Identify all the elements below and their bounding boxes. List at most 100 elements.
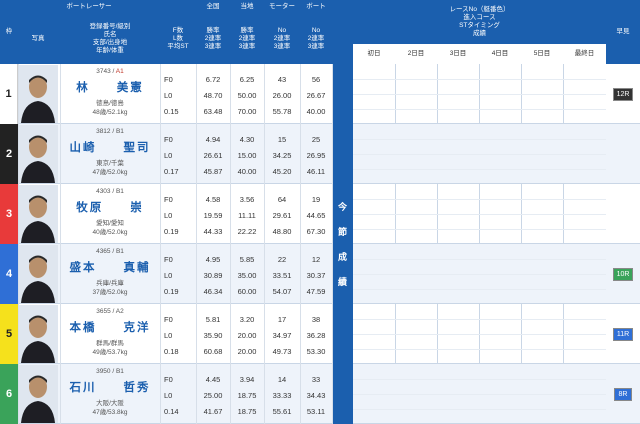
fl-st-value: L0 bbox=[164, 391, 173, 400]
national-rates: 4.45 25.00 41.67 bbox=[196, 364, 230, 424]
results-subline bbox=[353, 154, 606, 155]
early-race-badge[interactable]: 10R bbox=[612, 267, 634, 281]
racer-name-link[interactable]: 山崎 聖司 bbox=[60, 139, 160, 155]
national-rates-value: 4.45 bbox=[205, 375, 221, 384]
fl-st: F0 L0 0.17 bbox=[164, 124, 196, 184]
national-rates-value: 35.90 bbox=[203, 331, 223, 340]
national-rates-value: 48.70 bbox=[203, 91, 223, 100]
racer-class: B1 bbox=[115, 128, 124, 135]
motor-stats-value: 14 bbox=[277, 375, 287, 384]
results-subline bbox=[353, 139, 606, 140]
column-divider bbox=[60, 64, 61, 424]
early-race-badge[interactable]: 11R bbox=[612, 327, 634, 341]
early-race-badge[interactable]: 8R bbox=[614, 387, 632, 401]
national-rates-value: 41.67 bbox=[203, 407, 223, 416]
racer-name-link[interactable]: 本橋 克洋 bbox=[60, 319, 160, 335]
boat-stats-value: 26.67 bbox=[306, 91, 326, 100]
racer-name-link[interactable]: 石川 哲秀 bbox=[60, 379, 160, 395]
results-subline bbox=[353, 259, 606, 260]
racer-class: B1 bbox=[115, 248, 124, 255]
racer-registration: 3743 / A1 bbox=[60, 68, 160, 75]
flst-header: F数 L数 平均ST bbox=[167, 27, 189, 50]
fl-st-value: 0.15 bbox=[164, 107, 179, 116]
column-divider bbox=[196, 64, 197, 424]
national-rates-value: 6.72 bbox=[205, 75, 221, 84]
local-rates-value: 15.00 bbox=[237, 151, 257, 160]
local-rates: 6.25 50.00 70.00 bbox=[230, 64, 264, 124]
motor-stats: 22 33.51 54.07 bbox=[264, 244, 300, 304]
frame-number: 6 bbox=[0, 364, 18, 424]
motor-stats: 15 34.25 45.20 bbox=[264, 124, 300, 184]
national-rates-header: 勝率 2連率 3連率 bbox=[204, 27, 222, 50]
racer-registration: 4365 / B1 bbox=[60, 248, 160, 255]
racer-branch: 東京/千葉 bbox=[96, 160, 124, 167]
racer-info: 3655 / A2 本橋 克洋 群馬/群馬 49歳/53.7kg bbox=[60, 304, 160, 364]
early-race-badge[interactable]: 12R bbox=[612, 87, 634, 101]
fl-st-value: 0.19 bbox=[164, 287, 179, 296]
local-rates-value: 3.20 bbox=[239, 315, 255, 324]
national-rates-value: 63.48 bbox=[203, 107, 223, 116]
photo-header: 写真 bbox=[31, 35, 45, 42]
local-rates-value: 20.00 bbox=[237, 347, 257, 356]
results-subline bbox=[353, 109, 606, 110]
national-rates-value: 30.89 bbox=[203, 271, 223, 280]
racer-branch: 群馬/群馬 bbox=[96, 340, 124, 347]
local-rates-value: 60.00 bbox=[237, 287, 257, 296]
column-divider bbox=[264, 64, 265, 424]
fl-st: F0 L0 0.15 bbox=[164, 64, 196, 124]
motor-stats: 43 26.00 55.78 bbox=[264, 64, 300, 124]
local-rates: 4.30 15.00 40.00 bbox=[230, 124, 264, 184]
racer-photo bbox=[18, 305, 58, 363]
motor-stats-value: 15 bbox=[277, 135, 287, 144]
motor-stats-value: 45.20 bbox=[272, 167, 292, 176]
motor-stats-value: 64 bbox=[277, 195, 287, 204]
boat-stats-value: 40.00 bbox=[306, 107, 326, 116]
fl-st-value: 0.14 bbox=[164, 407, 179, 416]
fl-st-value: L0 bbox=[164, 271, 173, 280]
local-rates: 5.85 35.00 60.00 bbox=[230, 244, 264, 304]
national-rates: 4.58 19.59 44.33 bbox=[196, 184, 230, 244]
racer-portrait-icon bbox=[18, 245, 58, 303]
early-cell: 11R bbox=[606, 304, 640, 364]
fl-st-value: 0.19 bbox=[164, 227, 179, 236]
early-cell bbox=[606, 124, 640, 184]
race-entry-table: 枠 写真 ボートレーサー 登録番号/級別 氏名 支部/出身地 年齢/体重 F数 L数 平均… bbox=[0, 0, 640, 424]
local-rates-value: 50.00 bbox=[237, 91, 257, 100]
boat-rates-header: No 2連率 3連率 bbox=[307, 27, 325, 50]
racer-portrait-icon bbox=[18, 125, 58, 183]
racer-portrait-icon bbox=[18, 365, 58, 423]
race-info-header: レースNo（艇番色） 進入コース STタイミング 成績 bbox=[449, 6, 510, 37]
national-rates: 6.72 48.70 63.48 bbox=[196, 64, 230, 124]
local-rates: 3.56 11.11 22.22 bbox=[230, 184, 264, 244]
boat-stats-value: 25 bbox=[311, 135, 321, 144]
results-subline bbox=[353, 229, 606, 230]
racer-name-link[interactable]: 牧原 崇 bbox=[60, 199, 160, 215]
fl-st-value: L0 bbox=[164, 151, 173, 160]
racer-portrait-icon bbox=[18, 65, 58, 123]
racer-name-link[interactable]: 林 美憲 bbox=[60, 79, 160, 95]
motor-stats-value: 26.00 bbox=[272, 91, 292, 100]
local-rates-value: 3.56 bbox=[239, 195, 255, 204]
motor-stats: 64 29.61 48.80 bbox=[264, 184, 300, 244]
racer-age-weight: 37歳/52.0kg bbox=[92, 289, 128, 296]
day-final-header: 最終日 bbox=[563, 44, 606, 64]
national-rates-value: 4.94 bbox=[205, 135, 221, 144]
registration-number: 3812 bbox=[96, 128, 111, 135]
motor-stats-value: 55.78 bbox=[272, 107, 292, 116]
results-subline bbox=[353, 289, 606, 290]
boat-stats: 25 26.95 46.11 bbox=[300, 124, 332, 184]
boat-stats-value: 38 bbox=[311, 315, 321, 324]
racer-details: 徳島/徳島 48歳/52.1kg bbox=[60, 99, 160, 117]
day-1-header: 初日 bbox=[353, 44, 395, 64]
results-subline bbox=[353, 199, 606, 200]
racer-name-link[interactable]: 盛本 真輔 bbox=[60, 259, 160, 275]
racer-photo bbox=[18, 365, 58, 423]
frame-number: 2 bbox=[0, 124, 18, 184]
racer-info: 3812 / B1 山崎 聖司 東京/千葉 47歳/52.0kg bbox=[60, 124, 160, 184]
results-subline bbox=[353, 349, 606, 350]
racer-class: B1 bbox=[115, 188, 124, 195]
racer-portrait-icon bbox=[18, 185, 58, 243]
local-rates-value: 20.00 bbox=[237, 331, 257, 340]
results-subline bbox=[353, 79, 606, 80]
registration-number: 3950 bbox=[96, 368, 111, 375]
